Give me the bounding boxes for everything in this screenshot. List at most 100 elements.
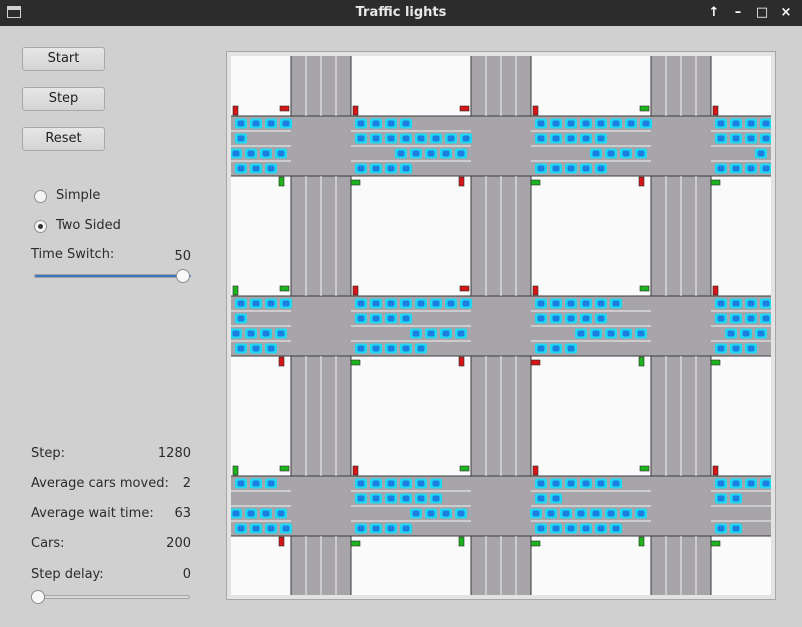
traffic-light-green (710, 540, 721, 547)
car-core (747, 300, 755, 307)
traffic-light-red (352, 105, 359, 116)
car-core (747, 345, 755, 352)
close-button[interactable]: × (776, 3, 796, 23)
car-core (267, 165, 275, 172)
car-core (252, 480, 260, 487)
car-core (457, 330, 465, 337)
traffic-light-green (530, 540, 541, 547)
car-core (762, 315, 770, 322)
step-button[interactable]: Step (22, 87, 105, 111)
car-core (732, 315, 740, 322)
car-core (717, 315, 725, 322)
car-core (457, 510, 465, 517)
car-core (552, 315, 560, 322)
car-core (237, 300, 245, 307)
car-core (432, 300, 440, 307)
car-core (252, 165, 260, 172)
car-core (282, 300, 290, 307)
traffic-light-green (350, 540, 361, 547)
car-core (717, 525, 725, 532)
car-core (567, 300, 575, 307)
reset-button[interactable]: Reset (22, 127, 105, 151)
traffic-light-red (532, 465, 539, 476)
keep-above-button[interactable]: ↑ (704, 3, 724, 23)
car-core (247, 330, 255, 337)
avg-cars-moved-label: Average cars moved: (31, 476, 169, 491)
traffic-light-red (352, 285, 359, 296)
time-switch-slider[interactable] (34, 274, 191, 278)
car-core (387, 135, 395, 142)
car-core (582, 165, 590, 172)
two-sided-radio-label: Two Sided (56, 218, 121, 233)
car-core (417, 345, 425, 352)
step-delay-slider-handle[interactable] (31, 590, 45, 604)
car-core (402, 120, 410, 127)
car-core (597, 135, 605, 142)
car-core (237, 315, 245, 322)
car-core (747, 315, 755, 322)
car-core (567, 480, 575, 487)
car-core (232, 510, 240, 517)
car-core (402, 480, 410, 487)
car-core (567, 345, 575, 352)
car-core (537, 120, 545, 127)
car-core (402, 345, 410, 352)
car-core (432, 495, 440, 502)
two-sided-radio[interactable] (34, 220, 47, 233)
traffic-light-red (638, 176, 645, 187)
car-core (552, 345, 560, 352)
start-button[interactable]: Start (22, 47, 105, 71)
car-core (592, 510, 600, 517)
car-core (732, 495, 740, 502)
car-core (282, 525, 290, 532)
car-core (757, 330, 765, 337)
traffic-light-red (352, 465, 359, 476)
car-core (637, 510, 645, 517)
car-core (357, 165, 365, 172)
maximize-button[interactable]: □ (752, 3, 772, 23)
car-core (267, 345, 275, 352)
car-core (427, 150, 435, 157)
car-core (237, 135, 245, 142)
car-core (247, 510, 255, 517)
car-core (732, 525, 740, 532)
car-core (597, 300, 605, 307)
traffic-light-green (232, 465, 239, 476)
car-core (387, 165, 395, 172)
car-core (582, 135, 590, 142)
car-core (417, 480, 425, 487)
car-core (387, 525, 395, 532)
car-core (717, 120, 725, 127)
car-core (732, 480, 740, 487)
car-core (537, 315, 545, 322)
car-core (372, 480, 380, 487)
car-core (357, 480, 365, 487)
minimize-button[interactable]: – (728, 3, 748, 23)
car-core (612, 525, 620, 532)
avg-wait-time-label: Average wait time: (31, 506, 154, 521)
car-core (357, 495, 365, 502)
simple-radio[interactable] (34, 190, 47, 203)
car-core (592, 150, 600, 157)
traffic-light-green (279, 285, 290, 292)
car-core (262, 150, 270, 157)
car-core (397, 150, 405, 157)
car-core (717, 135, 725, 142)
car-core (387, 315, 395, 322)
time-switch-slider-handle[interactable] (176, 269, 190, 283)
car-core (717, 480, 725, 487)
title-bar: Traffic lights ↑ – □ × (0, 0, 802, 26)
car-core (417, 495, 425, 502)
traffic-light-green (639, 105, 650, 112)
cars-value: 200 (166, 536, 191, 551)
traffic-light-green (232, 285, 239, 296)
step-delay-slider[interactable] (34, 595, 190, 599)
car-core (402, 165, 410, 172)
time-switch-value: 50 (174, 249, 191, 264)
car-core (357, 135, 365, 142)
car-core (582, 315, 590, 322)
car-core (237, 165, 245, 172)
car-core (427, 510, 435, 517)
car-core (597, 315, 605, 322)
traffic-light-green (530, 179, 541, 186)
